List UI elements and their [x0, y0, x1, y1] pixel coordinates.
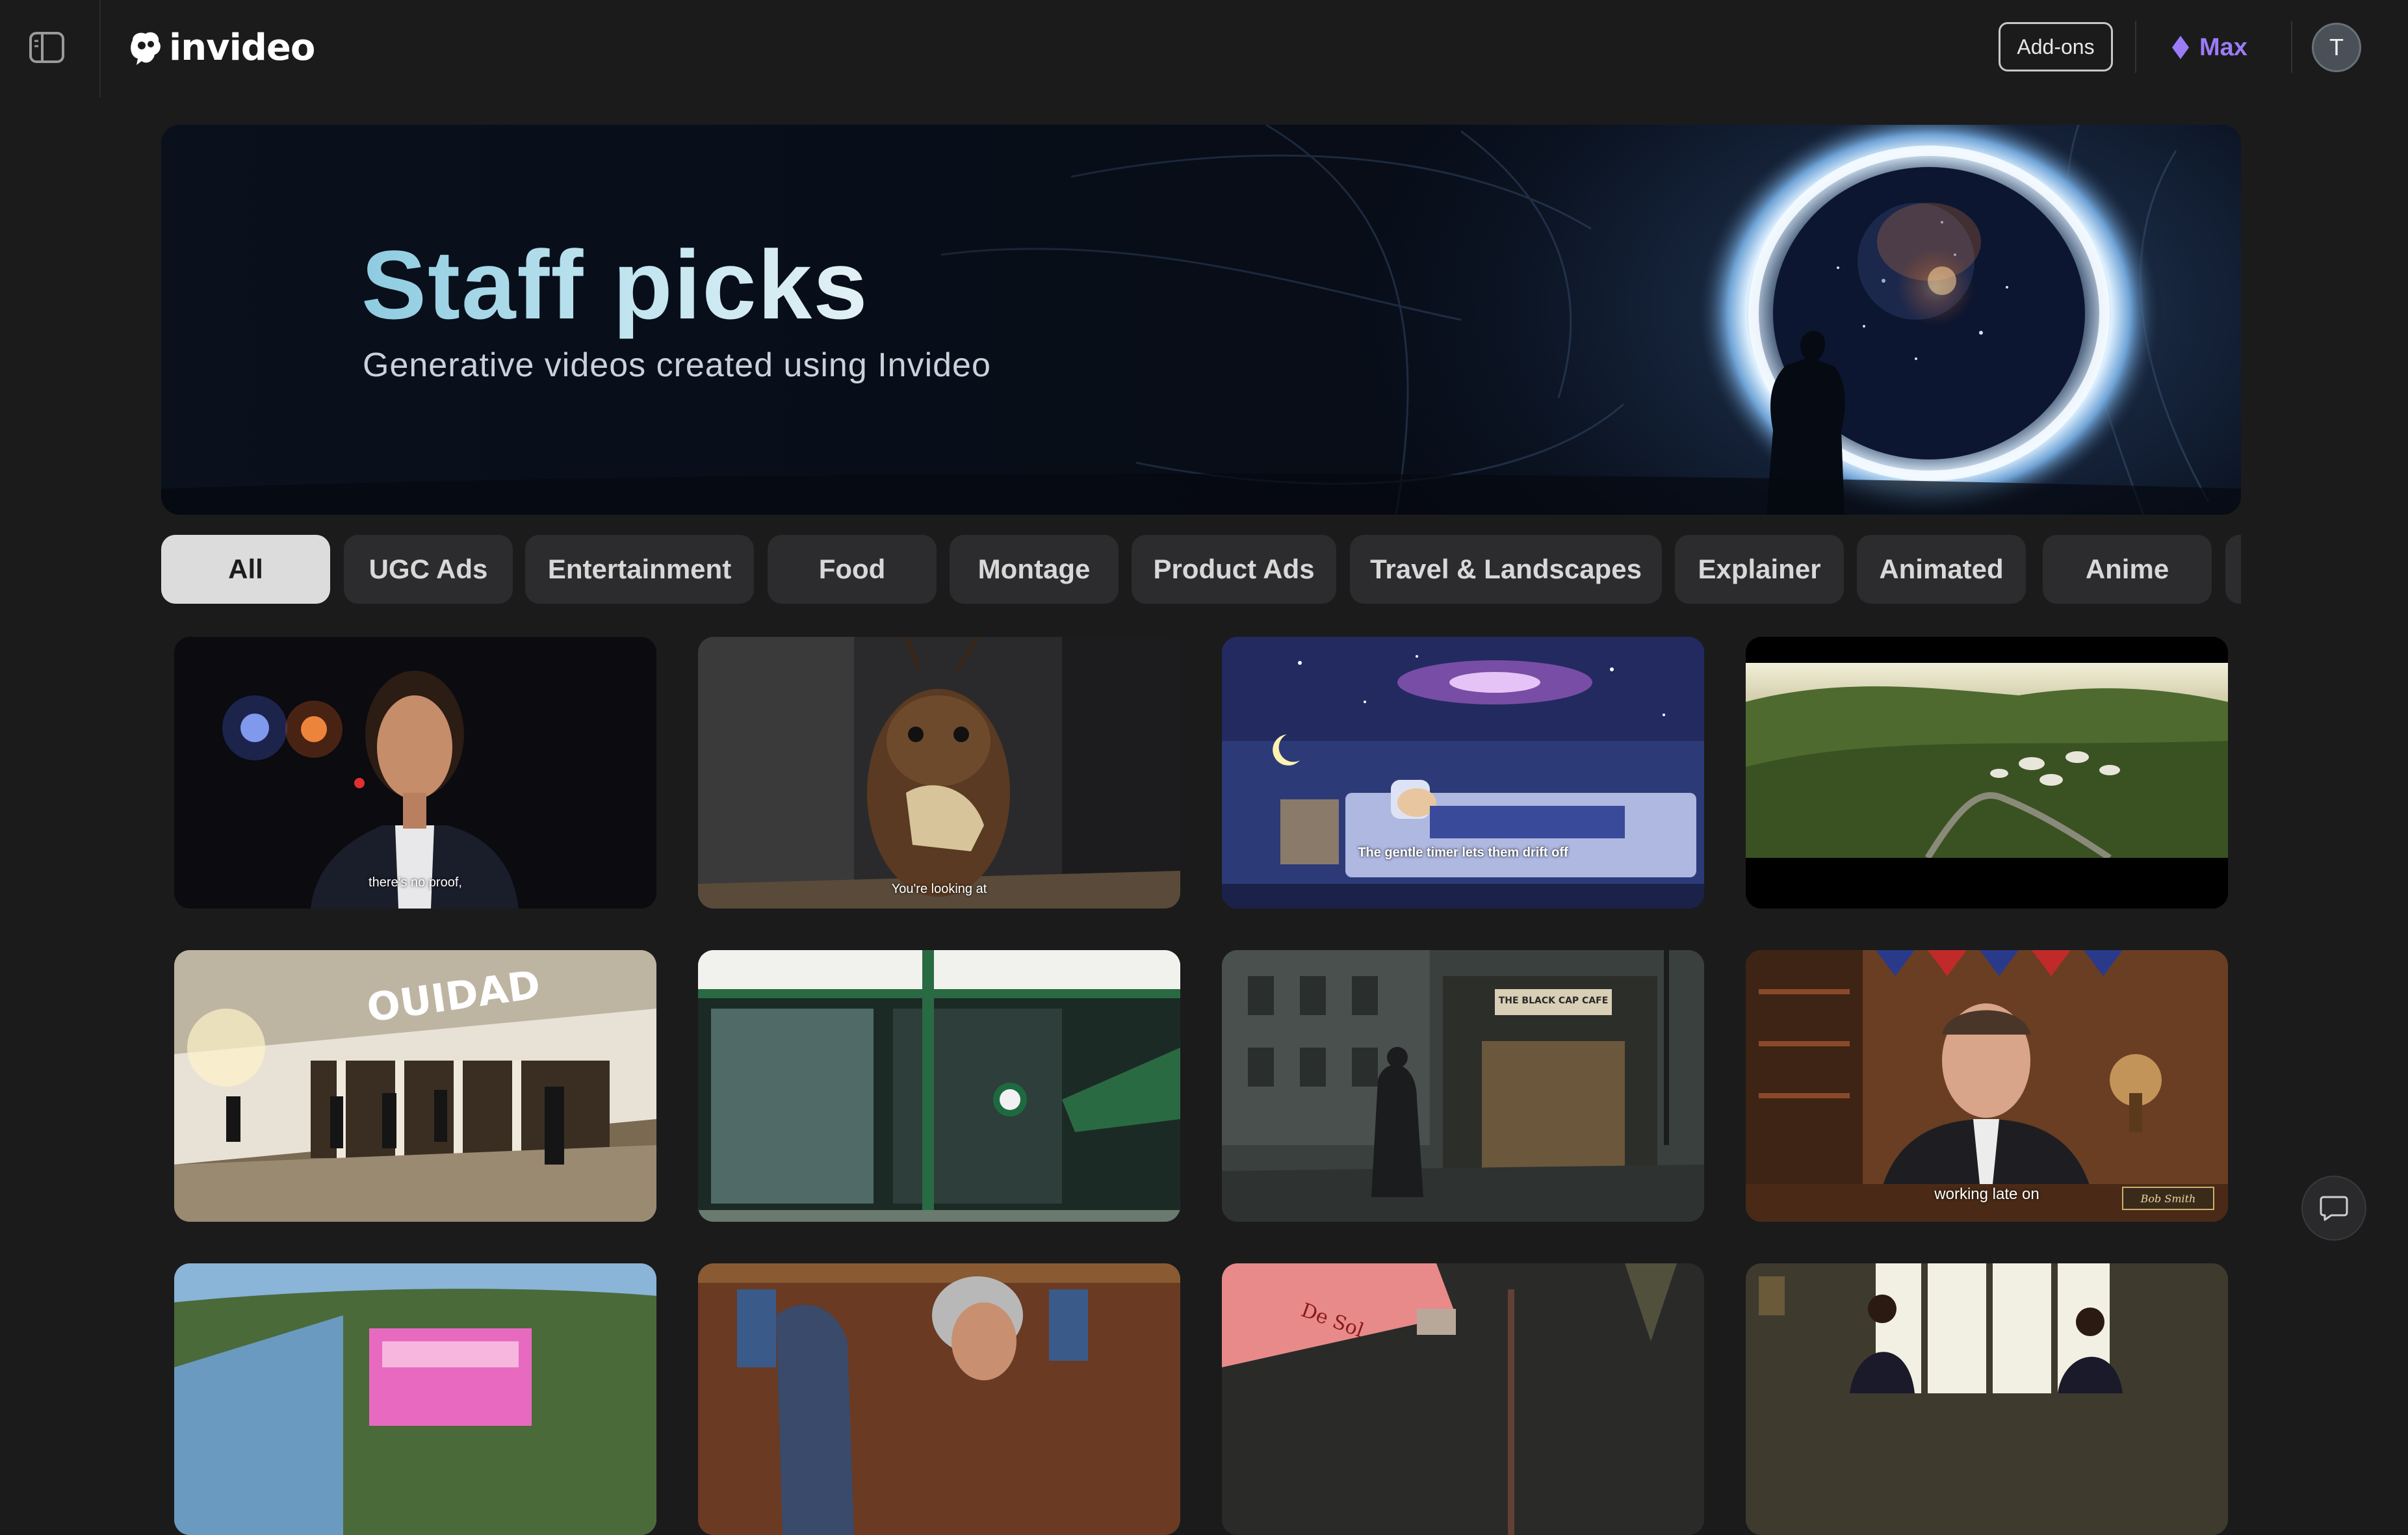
- chat-bubble-icon: [2320, 1196, 2348, 1221]
- video-card[interactable]: Bob Smith working late on: [1746, 950, 2228, 1222]
- plan-max-button[interactable]: Max: [2171, 29, 2247, 66]
- filter-chip-ugc-ads[interactable]: UGC Ads: [344, 535, 513, 604]
- filter-chip-product-ads[interactable]: Product Ads: [1132, 535, 1336, 604]
- video-thumbnail: [174, 637, 656, 909]
- filter-chip-explainer[interactable]: Explainer: [1675, 535, 1844, 604]
- video-caption: The gentle timer lets them drift off: [1358, 845, 1568, 860]
- staff-picks-banner: Staff picks Generative videos created us…: [161, 125, 2241, 515]
- video-card[interactable]: [1746, 637, 2228, 909]
- video-thumbnail: [698, 950, 1180, 1222]
- video-thumbnail: OUIDAD: [174, 950, 656, 1222]
- add-ons-button[interactable]: Add-ons: [1999, 22, 2113, 71]
- filter-chip-animated[interactable]: Animated: [1857, 535, 2026, 604]
- chat-support-button[interactable]: [2301, 1176, 2366, 1241]
- filter-chip-anime[interactable]: Anime: [2043, 535, 2212, 604]
- video-card[interactable]: [1746, 1263, 2228, 1535]
- video-thumbnail: Bob Smith: [1746, 950, 2228, 1222]
- video-thumbnail: [1746, 637, 2228, 909]
- topbar-separator: [2135, 21, 2136, 73]
- diamond-icon: [2172, 36, 2189, 59]
- filter-chip-all[interactable]: All: [161, 535, 330, 604]
- video-thumbnail: [1746, 1263, 2228, 1535]
- video-thumbnail: [698, 637, 1180, 909]
- hero-title: Staff picks: [361, 229, 869, 341]
- sidebar-panel-icon[interactable]: [29, 31, 65, 64]
- video-card[interactable]: THE BLACK CAP CAFE: [1222, 950, 1704, 1222]
- video-caption: working late on: [1934, 1185, 2039, 1203]
- video-thumbnail: [1222, 637, 1704, 909]
- logo-mark-icon: [131, 32, 161, 65]
- video-card[interactable]: OUIDAD: [174, 950, 656, 1222]
- category-filter-bar: All UGC Ads Entertainment Food Montage P…: [161, 535, 2241, 604]
- video-caption: there's no proof,: [369, 875, 462, 890]
- topbar-divider: [99, 0, 101, 97]
- top-bar: invideo Add-ons Max T: [0, 0, 2408, 97]
- video-card[interactable]: [698, 950, 1180, 1222]
- filter-chip-food[interactable]: Food: [768, 535, 937, 604]
- invideo-logo[interactable]: invideo: [125, 25, 315, 70]
- video-thumbnail: [698, 1263, 1180, 1535]
- plan-label: Max: [2199, 33, 2247, 61]
- logo-text: invideo: [169, 26, 315, 69]
- user-avatar[interactable]: T: [2312, 23, 2361, 72]
- video-card[interactable]: You're looking at: [698, 637, 1180, 909]
- filter-chip-montage[interactable]: Montage: [950, 535, 1119, 604]
- video-thumbnail: De Sol: [1222, 1263, 1704, 1535]
- filter-chip-overflow[interactable]: [2225, 535, 2241, 604]
- video-card[interactable]: [174, 1263, 656, 1535]
- filter-chip-travel-landscapes[interactable]: Travel & Landscapes: [1350, 535, 1662, 604]
- video-thumbnail: THE BLACK CAP CAFE: [1222, 950, 1704, 1222]
- video-card[interactable]: De Sol: [1222, 1263, 1704, 1535]
- cafe-sign-text: THE BLACK CAP CAFE: [1499, 996, 1609, 1006]
- video-card[interactable]: The gentle timer lets them drift off: [1222, 637, 1704, 909]
- video-card[interactable]: there's no proof,: [174, 637, 656, 909]
- filter-chip-entertainment[interactable]: Entertainment: [525, 535, 754, 604]
- video-caption: You're looking at: [891, 882, 987, 896]
- video-thumbnail: [174, 1263, 656, 1535]
- video-card[interactable]: [698, 1263, 1180, 1535]
- hero-subtitle: Generative videos created using Invideo: [363, 346, 991, 384]
- topbar-separator: [2291, 21, 2292, 73]
